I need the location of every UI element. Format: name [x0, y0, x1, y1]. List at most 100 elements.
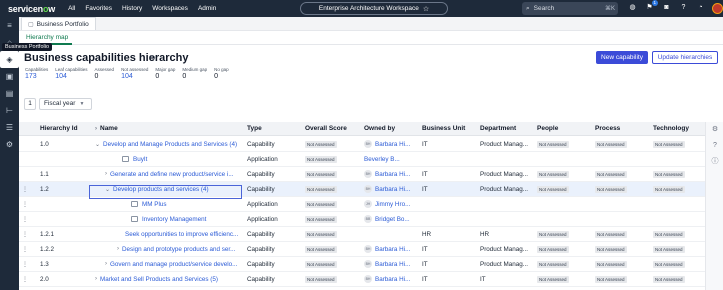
owner-link[interactable]: Barbara Hi...: [375, 141, 410, 148]
fiscal-year-dropdown[interactable]: Fiscal year ▼: [39, 97, 93, 110]
header-overall-score[interactable]: Overall Score: [305, 122, 365, 135]
cell-name[interactable]: Inventory Management: [95, 212, 245, 226]
application-link[interactable]: MM Plus: [142, 201, 167, 208]
stat-not-assessed[interactable]: Not assessed 104: [121, 67, 148, 80]
owner-link[interactable]: Barbara Hi...: [375, 246, 410, 253]
header-type[interactable]: Type: [247, 122, 305, 135]
stat-leaf-capabilities[interactable]: Leaf capabilities 104: [55, 67, 87, 80]
cell-owner[interactable]: Beverley B...: [364, 152, 422, 166]
header-process[interactable]: Process: [595, 122, 653, 135]
drag-handle-icon[interactable]: ⋮: [22, 227, 30, 241]
bell-icon[interactable]: ◔: [696, 2, 706, 14]
owner-link[interactable]: Barbara Hi...: [375, 276, 410, 283]
stat-value[interactable]: 173: [25, 73, 48, 80]
stat-value[interactable]: 104: [55, 73, 87, 80]
document-icon[interactable]: ▤: [0, 85, 19, 102]
table-row[interactable]: ⋮ MM Plus Application Not Assessed JH Jim…: [19, 197, 705, 212]
servicenow-logo[interactable]: servicenow: [8, 4, 55, 14]
drag-handle-icon[interactable]: ⋮: [22, 212, 30, 226]
fiscal-year-number[interactable]: 1: [24, 97, 36, 110]
subtab-hierarchy-map[interactable]: Hierarchy map: [26, 34, 68, 41]
help-icon[interactable]: ?: [706, 138, 723, 154]
application-link[interactable]: Inventory Management: [142, 216, 206, 223]
nav-favorites[interactable]: Favorites: [85, 5, 112, 12]
stat-value[interactable]: 104: [121, 73, 148, 80]
stat-capabilities[interactable]: Capabilities 173: [25, 67, 48, 80]
cell-name[interactable]: › Design and prototype products and ser..…: [95, 242, 245, 256]
capability-link[interactable]: Develop and Manage Products and Services…: [103, 141, 237, 148]
owner-link[interactable]: Jimmy Hro...: [375, 201, 410, 208]
cell-name[interactable]: BuyIt: [95, 152, 245, 166]
cell-name[interactable]: Seek opportunities to improve efficienc.…: [95, 227, 245, 241]
user-avatar[interactable]: [712, 2, 723, 14]
drag-handle-icon[interactable]: ⋮: [22, 197, 30, 211]
chevron-right-icon[interactable]: ›: [117, 246, 119, 252]
cell-name[interactable]: › Generate and define new product/service…: [95, 167, 245, 181]
chevron-right-icon[interactable]: ›: [95, 276, 97, 282]
table-row[interactable]: BuyIt Application Not Assessed Beverley …: [19, 152, 705, 167]
map-icon[interactable]: ▣: [0, 68, 19, 85]
header-department[interactable]: Department: [480, 122, 537, 135]
cell-owner[interactable]: BH Barbara Hi...: [364, 257, 422, 271]
cell-name[interactable]: › Govern and manage product/service devel…: [95, 257, 245, 271]
application-link[interactable]: BuyIt: [133, 156, 147, 163]
table-row[interactable]: 1.0 ⌄ Develop and Manage Products and Ser…: [19, 137, 705, 152]
refresh-icon[interactable]: ↻: [150, 54, 156, 62]
chat-icon[interactable]: ◙: [662, 2, 672, 14]
star-icon[interactable]: ☆: [423, 5, 429, 13]
update-hierarchies-button[interactable]: Update hierarchies: [652, 51, 718, 64]
nav-workspaces[interactable]: Workspaces: [152, 5, 188, 12]
header-hierarchy-id[interactable]: Hierarchy Id: [40, 122, 95, 135]
cell-name[interactable]: ⌄ Develop and Manage Products and Service…: [95, 137, 245, 151]
table-row[interactable]: ⋮ 1.2.2 › Design and prototype products a…: [19, 242, 705, 257]
help-icon[interactable]: ?: [679, 2, 689, 14]
header-technology[interactable]: Technology: [653, 122, 705, 135]
table-row[interactable]: 1.1 › Generate and define new product/ser…: [19, 167, 705, 182]
drag-handle-icon[interactable]: ⋮: [22, 257, 30, 271]
info-icon[interactable]: ⓘ: [706, 154, 723, 170]
table-row[interactable]: ⋮ 1.2.1 Seek opportunities to improve ef…: [19, 227, 705, 242]
cell-owner[interactable]: BH Barbara Hi...: [364, 182, 422, 196]
menu-icon[interactable]: ≡: [0, 17, 19, 34]
owner-link[interactable]: Barbara Hi...: [375, 261, 410, 268]
cell-name[interactable]: MM Plus: [95, 197, 245, 211]
cell-owner[interactable]: BH Barbara Hi...: [364, 137, 422, 151]
cell-owner[interactable]: JH Jimmy Hro...: [364, 197, 422, 211]
cell-owner[interactable]: BH Barbara Hi...: [364, 272, 422, 286]
nav-admin[interactable]: Admin: [198, 5, 216, 12]
chevron-right-icon[interactable]: ›: [95, 126, 97, 132]
nav-history[interactable]: History: [122, 5, 142, 12]
capability-link[interactable]: Generate and define new product/service …: [110, 171, 234, 178]
table-row[interactable]: ⋮ Inventory Management Application Not A…: [19, 212, 705, 227]
globe-icon[interactable]: ◍: [628, 2, 638, 14]
hierarchy-icon[interactable]: ⊢: [0, 102, 19, 119]
header-business-unit[interactable]: Business Unit: [422, 122, 479, 135]
owner-link[interactable]: Barbara Hi...: [375, 186, 410, 193]
chevron-right-icon[interactable]: ›: [105, 261, 107, 267]
tab-business-portfolio[interactable]: ▢ Business Portfolio: [21, 17, 96, 30]
portfolio-icon[interactable]: ◈: [0, 51, 19, 68]
capability-link[interactable]: Market and Sell Products and Services (5…: [100, 276, 218, 283]
header-name[interactable]: › Name: [95, 122, 245, 135]
cell-name[interactable]: › Market and Sell Products and Services (…: [95, 272, 245, 286]
new-capability-button[interactable]: New capability: [596, 51, 648, 64]
chevron-right-icon[interactable]: ›: [105, 171, 107, 177]
nav-all[interactable]: All: [68, 5, 75, 12]
drag-handle-icon[interactable]: ⋮: [22, 272, 30, 286]
table-row[interactable]: ⋮ 1.3 › Govern and manage product/service…: [19, 257, 705, 272]
cell-owner[interactable]: BH Barbara Hi...: [364, 167, 422, 181]
list-icon[interactable]: ☰: [0, 119, 19, 136]
workspace-switcher[interactable]: Enterprise Architecture Workspace ☆: [300, 2, 448, 15]
header-people[interactable]: People: [537, 122, 595, 135]
drag-handle-icon[interactable]: ⋮: [22, 182, 30, 196]
drag-handle-icon[interactable]: ⋮: [22, 242, 30, 256]
settings-icon[interactable]: ⚙: [706, 122, 723, 138]
capability-link[interactable]: Design and prototype products and ser...: [122, 246, 235, 253]
owner-link[interactable]: Beverley B...: [364, 156, 400, 163]
notifications-icon[interactable]: ⚑ 1: [645, 0, 658, 14]
capability-link[interactable]: Seek opportunities to improve efficienc.…: [125, 231, 238, 238]
cell-owner[interactable]: BB Bridget Bo...: [364, 212, 422, 226]
owner-link[interactable]: Barbara Hi...: [375, 171, 410, 178]
header-owned-by[interactable]: Owned by: [364, 122, 422, 135]
cell-owner[interactable]: BH Barbara Hi...: [364, 242, 422, 256]
